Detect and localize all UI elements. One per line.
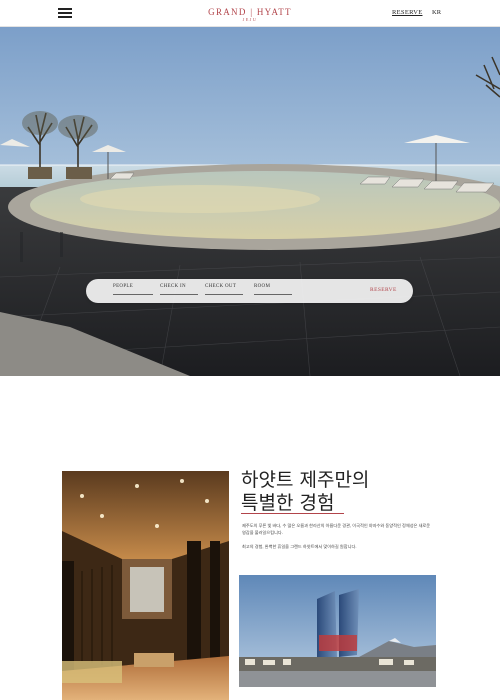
brand-logo[interactable]: GRAND | HYATT JEJU	[205, 7, 295, 22]
headline-line-1: 하얏트 제주만의	[241, 469, 370, 491]
booking-reserve-button[interactable]: RESERVE	[370, 287, 397, 293]
checkin-label: CHECK IN	[160, 284, 186, 289]
intro-paragraph-2: 최고의 경험, 완벽한 휴일을 그랜드 하얏트에서 맞이하길 원합니다.	[242, 544, 357, 549]
header-reserve-link[interactable]: RESERVE	[392, 9, 422, 16]
room-field[interactable]: ROOM	[254, 284, 292, 295]
site-header: GRAND | HYATT JEJU RESERVE KR	[0, 0, 500, 27]
lobby-photo	[62, 471, 229, 700]
hamburger-menu-icon[interactable]	[58, 8, 72, 18]
checkout-field[interactable]: CHECK OUT	[205, 284, 243, 295]
language-switch[interactable]: KR	[432, 9, 441, 16]
headline-underline	[241, 513, 344, 514]
intro-headline: 하얏트 제주만의 특별한 경험	[241, 469, 369, 515]
people-label: PEOPLE	[113, 284, 134, 289]
checkin-field[interactable]: CHECK IN	[160, 284, 198, 295]
booking-bar	[86, 279, 413, 303]
logo-wordmark: GRAND | HYATT	[208, 7, 292, 17]
intro-paragraph-1: 제주도의 푸른 빛 바다, 수 많은 오름과 한라산의 아름다운 경관, 이국적…	[242, 523, 431, 535]
people-underline	[113, 294, 153, 295]
checkout-label: CHECK OUT	[205, 284, 237, 289]
room-underline	[254, 294, 292, 295]
pool-illustration	[0, 27, 500, 376]
checkin-underline	[160, 294, 198, 295]
tower-illustration	[239, 575, 436, 687]
headline-line-2: 특별한 경험	[241, 492, 335, 514]
hero-pool-image	[0, 27, 500, 376]
room-label: ROOM	[254, 284, 271, 289]
logo-location: JEJU	[242, 17, 258, 22]
checkout-underline	[205, 294, 243, 295]
hotel-tower-photo	[239, 575, 436, 687]
lobby-illustration	[62, 471, 229, 700]
people-field[interactable]: PEOPLE	[113, 284, 153, 295]
